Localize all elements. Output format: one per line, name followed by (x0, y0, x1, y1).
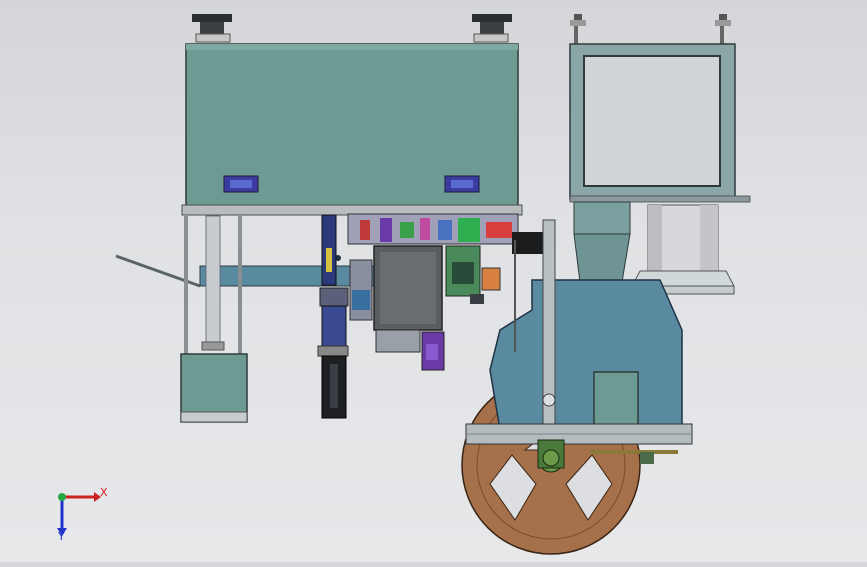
triad-y-label: Y (58, 530, 65, 543)
leveling-foot-right (472, 14, 512, 43)
frame-neck (573, 201, 631, 283)
motor-column[interactable] (317, 214, 349, 419)
right-frame[interactable] (569, 14, 751, 203)
leveling-foot-left (192, 14, 232, 43)
left-column-assembly[interactable] (180, 215, 248, 423)
triad-x-label: X (100, 486, 108, 499)
main-housing[interactable] (181, 43, 523, 216)
cad-viewport[interactable]: X Y (0, 0, 867, 562)
